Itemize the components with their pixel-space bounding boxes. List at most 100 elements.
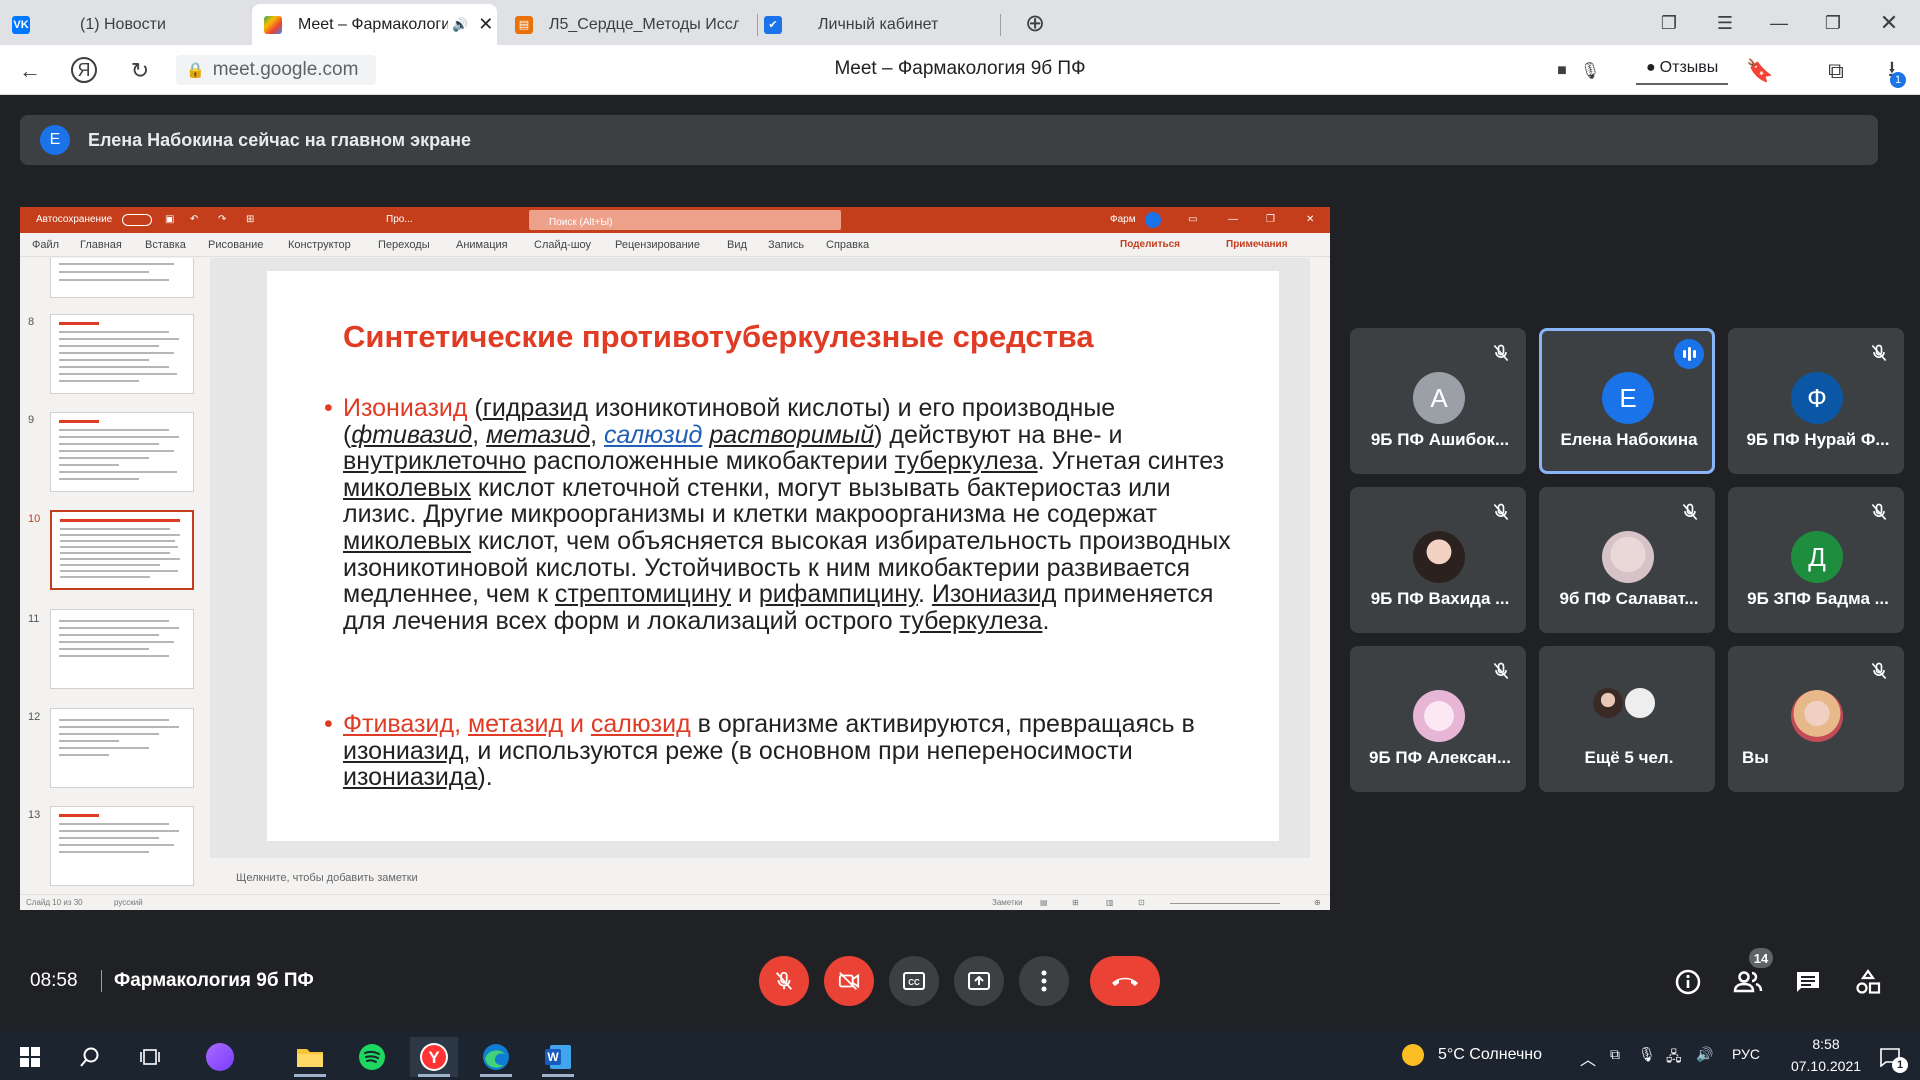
tab-document[interactable]: ▤ Л5_Сердце_Методы Иссле <box>505 4 750 45</box>
slide-thumbnail[interactable] <box>50 314 194 394</box>
maximize-icon[interactable]: ❐ <box>1266 214 1275 225</box>
save-icon[interactable]: ▣ <box>165 214 174 225</box>
slide-thumbnail[interactable] <box>50 609 194 689</box>
collections-icon[interactable]: ❐ <box>1656 10 1682 36</box>
undo-icon[interactable]: ↶ <box>190 214 198 225</box>
camera-icon[interactable]: ■ <box>1548 57 1576 85</box>
participant-tile-group[interactable]: Ещё 5 чел. <box>1539 646 1715 792</box>
menu-help[interactable]: Справка <box>826 239 869 251</box>
menu-file[interactable]: Файл <box>32 239 59 251</box>
edge-browser-icon[interactable] <box>472 1037 520 1077</box>
participant-tile[interactable]: Ф 9Б ПФ Нурай Ф... <box>1728 328 1904 474</box>
menu-icon[interactable]: ☰ <box>1712 10 1738 36</box>
participant-tile[interactable]: 9Б ПФ Вахида ... <box>1350 487 1526 633</box>
meeting-details-icon[interactable] <box>1672 966 1704 998</box>
chevron-up-icon[interactable]: ︿ <box>1580 1046 1596 1070</box>
minimize-icon[interactable]: — <box>1228 214 1238 225</box>
slide-thumbnail[interactable] <box>50 412 194 492</box>
speaker-icon[interactable]: 🔊 <box>452 17 468 33</box>
slide-scrollbar[interactable] <box>1310 258 1320 858</box>
maximize-icon[interactable]: ❐ <box>1820 10 1846 36</box>
task-view-icon[interactable] <box>126 1037 174 1077</box>
reload-icon[interactable]: ↻ <box>126 57 154 85</box>
tab-meet[interactable]: Meet – Фармакологи 🔊 ✕ <box>252 4 497 45</box>
yandex-icon[interactable]: Я <box>71 57 97 83</box>
participant-tile[interactable]: Д 9Б ЗПФ Бадма ... <box>1728 487 1904 633</box>
slideshow-icon[interactable]: ⊡ <box>1138 898 1145 907</box>
captions-button[interactable]: CC <box>889 956 939 1006</box>
slide-thumbnail[interactable] <box>50 258 194 298</box>
notifications-icon[interactable] <box>1866 1037 1914 1077</box>
present-screen-button[interactable] <box>954 956 1004 1006</box>
back-icon[interactable]: ← <box>16 57 44 85</box>
account-avatar[interactable] <box>1145 212 1161 228</box>
window-close-icon[interactable]: ✕ <box>1876 10 1902 36</box>
share-button[interactable]: Поделиться <box>1120 239 1180 250</box>
bookmark-icon[interactable]: 🔖 <box>1746 57 1774 85</box>
menu-record[interactable]: Запись <box>768 239 804 251</box>
new-tab-icon[interactable]: ⊕ <box>1022 10 1048 37</box>
participant-tile[interactable]: 9б ПФ Салават... <box>1539 487 1715 633</box>
alice-assistant-icon[interactable] <box>196 1037 244 1077</box>
people-icon[interactable] <box>1732 966 1764 998</box>
microphone-tray-icon[interactable]: 🎙 <box>1638 1046 1656 1063</box>
autosave-toggle[interactable] <box>122 214 152 226</box>
chat-icon[interactable] <box>1792 966 1824 998</box>
leave-call-button[interactable] <box>1090 956 1160 1006</box>
notes-pane[interactable]: Щелкните, чтобы добавить заметки <box>210 858 1320 894</box>
yandex-browser-icon[interactable]: Y <box>410 1037 458 1077</box>
ppt-search-box[interactable]: Поиск (Alt+Ы) <box>529 210 841 230</box>
feedback-button[interactable]: ● Отзывы <box>1636 53 1729 85</box>
weather-text[interactable]: 5°C Солнечно <box>1438 1046 1542 1064</box>
zoom-slider[interactable] <box>1170 903 1280 904</box>
tab-news[interactable]: VK (1) Новости <box>12 4 252 45</box>
participant-tile-self[interactable]: Вы <box>1728 646 1904 792</box>
menu-view[interactable]: Вид <box>727 239 747 251</box>
menu-draw[interactable]: Рисование <box>208 239 263 251</box>
sorter-view-icon[interactable]: ⊞ <box>1072 898 1079 907</box>
notes-toggle[interactable]: Заметки <box>992 898 1023 907</box>
search-icon[interactable] <box>66 1037 114 1077</box>
network-icon[interactable]: 🖧 <box>1666 1046 1682 1070</box>
slide-thumbnail-selected[interactable] <box>50 510 194 590</box>
comments-button[interactable]: Примечания <box>1226 239 1288 250</box>
file-name[interactable]: Про... <box>386 214 413 225</box>
taskbar-date[interactable]: 07.10.2021 <box>1786 1058 1866 1074</box>
menu-home[interactable]: Главная <box>80 239 122 251</box>
current-slide[interactable]: Синтетические противотуберкулезные средс… <box>267 271 1279 841</box>
language-indicator[interactable]: РУС <box>1732 1046 1760 1062</box>
microphone-icon[interactable]: 🎙 <box>1576 57 1604 85</box>
menu-design[interactable]: Конструктор <box>288 239 351 251</box>
reading-view-icon[interactable]: ▥ <box>1106 898 1114 907</box>
extensions-icon[interactable]: ⧉ <box>1822 57 1850 85</box>
menu-slideshow[interactable]: Слайд-шоу <box>534 239 591 251</box>
tab-cabinet[interactable]: ✔ Личный кабинет <box>762 4 1002 45</box>
participant-tile-active[interactable]: E Елена Набокина <box>1539 328 1715 474</box>
windows-start-icon[interactable] <box>6 1037 54 1077</box>
normal-view-icon[interactable]: ▤ <box>1040 898 1048 907</box>
mic-toggle-button[interactable] <box>759 956 809 1006</box>
menu-review[interactable]: Рецензирование <box>615 239 700 251</box>
close-icon[interactable]: ✕ <box>1306 214 1314 225</box>
file-explorer-icon[interactable] <box>286 1037 334 1077</box>
slide-thumbnail[interactable] <box>50 708 194 788</box>
volume-icon[interactable]: 🔊 <box>1696 1046 1713 1063</box>
taskbar-clock[interactable]: 8:58 <box>1786 1036 1866 1052</box>
menu-transitions[interactable]: Переходы <box>378 239 430 251</box>
more-options-button[interactable] <box>1019 956 1069 1006</box>
word-icon[interactable]: W <box>534 1037 582 1077</box>
url-field[interactable]: 🔒 meet.google.com <box>176 55 376 85</box>
ribbon-display-icon[interactable]: ▭ <box>1188 214 1197 225</box>
menu-animation[interactable]: Анимация <box>456 239 508 251</box>
slide-thumbnail[interactable] <box>50 806 194 886</box>
spotify-icon[interactable] <box>348 1037 396 1077</box>
camera-toggle-button[interactable] <box>824 956 874 1006</box>
close-icon[interactable]: ✕ <box>478 14 493 35</box>
activities-icon[interactable] <box>1852 966 1884 998</box>
minimize-icon[interactable]: — <box>1766 10 1792 36</box>
participant-tile[interactable]: 9Б ПФ Алексан... <box>1350 646 1526 792</box>
weather-sun-icon[interactable] <box>1402 1044 1424 1066</box>
fit-slide-icon[interactable]: ⊕ <box>1314 898 1321 907</box>
menu-insert[interactable]: Вставка <box>145 239 186 251</box>
network-drive-icon[interactable]: ⧉ <box>1610 1046 1620 1063</box>
